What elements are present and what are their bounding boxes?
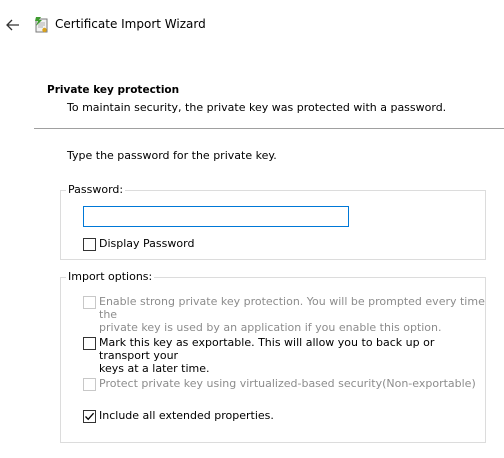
password-group: Password: Display Password [60, 183, 486, 260]
password-group-legend: Password: [66, 183, 126, 196]
exportable-checkbox[interactable] [83, 337, 96, 350]
vbs-protection-checkbox [83, 378, 96, 391]
back-button[interactable] [4, 16, 22, 34]
password-input[interactable] [83, 206, 349, 227]
display-password-label: Display Password [99, 237, 195, 250]
header-divider [34, 128, 504, 129]
password-instruction: Type the password for the private key. [67, 149, 277, 162]
import-options-group: Import options: Enable strong private ke… [60, 270, 486, 443]
certificate-wizard-icon [33, 16, 49, 34]
strong-protection-option: Enable strong private key protection. Yo… [83, 295, 485, 334]
window-title: Certificate Import Wizard [55, 17, 206, 31]
strong-protection-checkbox [83, 296, 96, 309]
display-password-checkbox-row[interactable]: Display Password [83, 237, 194, 251]
section-heading: Private key protection [47, 84, 180, 96]
strong-protection-label: Enable strong private key protection. Yo… [99, 295, 485, 334]
checkmark-icon [85, 412, 95, 421]
extended-properties-checkbox[interactable] [83, 410, 96, 423]
extended-properties-label: Include all extended properties. [99, 409, 274, 422]
vbs-protection-option: Protect private key using virtualized-ba… [83, 377, 476, 391]
section-description: To maintain security, the private key wa… [67, 101, 447, 114]
display-password-checkbox[interactable] [83, 238, 96, 251]
vbs-protection-label: Protect private key using virtualized-ba… [99, 377, 476, 390]
certificate-import-wizard-window: Certificate Import Wizard Private key pr… [0, 0, 504, 458]
exportable-label: Mark this key as exportable. This will a… [99, 336, 435, 375]
extended-properties-option[interactable]: Include all extended properties. [83, 409, 274, 423]
arrow-left-icon [6, 19, 19, 31]
exportable-option[interactable]: Mark this key as exportable. This will a… [83, 336, 485, 375]
import-options-legend: Import options: [66, 270, 155, 283]
